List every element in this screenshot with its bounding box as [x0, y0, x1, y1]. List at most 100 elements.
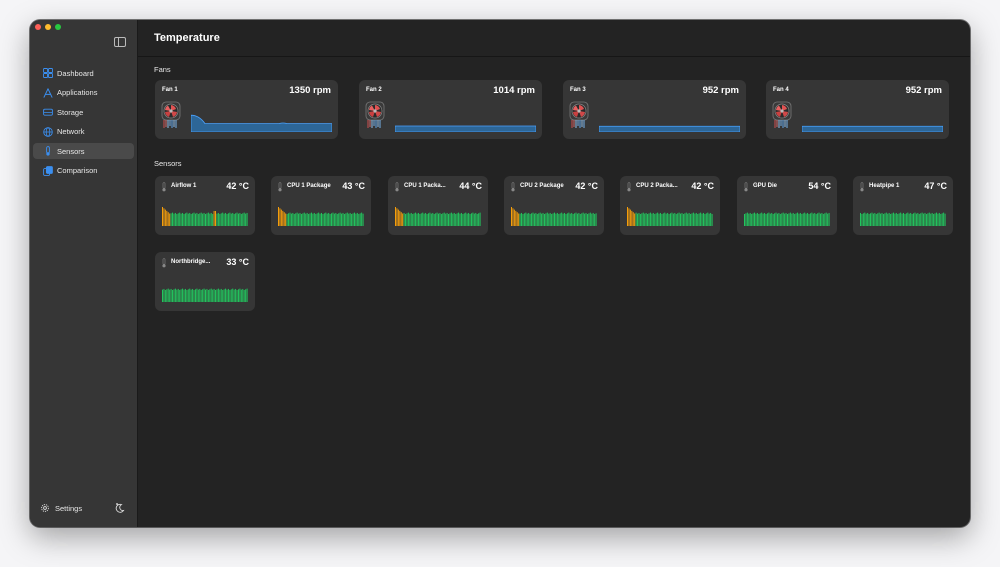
sensor-history-bar: [162, 289, 163, 302]
fan-name: Fan 2: [366, 87, 382, 93]
sensor-history-bar: [934, 213, 936, 226]
sensor-history-bar: [353, 212, 355, 226]
sensor-history-bar: [769, 213, 771, 226]
sensor-history-bar: [880, 213, 882, 226]
sensor-history-bar: [882, 214, 884, 226]
sensor-card[interactable]: CPU 1 Packa... 44 °C: [388, 176, 488, 235]
sensor-history-bar: [918, 214, 920, 226]
sensor-history-bar: [701, 213, 703, 226]
sensor-history-bar: [199, 288, 201, 302]
thermometer-icon: [395, 182, 399, 192]
sensor-history-bar: [180, 213, 182, 226]
sensor-history-bar: [566, 213, 568, 226]
page-title: Temperature: [154, 32, 220, 44]
sensor-history-bar: [878, 212, 880, 226]
sensor-card[interactable]: GPU Die 54 °C: [737, 176, 837, 235]
sensor-history-bar: [403, 212, 405, 226]
sensor-history-bar: [200, 290, 202, 302]
sensor-history-bar: [888, 212, 890, 226]
sidebar-toggle-icon[interactable]: [114, 37, 126, 47]
sensor-history-bar: [915, 213, 917, 226]
sensor-history-bar: [594, 214, 596, 226]
sensor-history-bar: [478, 213, 480, 226]
fans-section-label: Fans: [154, 65, 171, 74]
sensor-history-bar: [173, 289, 175, 302]
sensor-history-bar: [779, 214, 781, 226]
sensor-history-bar: [565, 214, 567, 226]
sidebar-item-applications[interactable]: Applications: [33, 85, 134, 101]
sensor-history-bar: [225, 288, 227, 302]
dashboard-icon: [43, 68, 53, 78]
theme-toggle-icon[interactable]: [114, 502, 126, 514]
thermometer-icon: [511, 182, 515, 192]
sensor-history-bar: [172, 212, 174, 226]
sensor-history-bar: [446, 212, 448, 226]
sensor-history-bar: [406, 213, 408, 226]
fan-rpm: 952 rpm: [702, 85, 739, 96]
sensor-history-bar: [433, 214, 435, 226]
sensor-history-bar: [402, 213, 404, 226]
sensor-history-bar: [710, 212, 712, 226]
sensor-card[interactable]: Airflow 1 42 °C: [155, 176, 255, 235]
sensor-history-graph: [860, 212, 946, 226]
sensor-history-bar: [940, 214, 942, 226]
sensor-card[interactable]: Northbridge... 33 °C: [155, 252, 255, 311]
sensor-card[interactable]: CPU 2 Packa... 42 °C: [620, 176, 720, 235]
minimize-window-button[interactable]: [45, 24, 51, 30]
sensor-history-bar: [176, 289, 178, 302]
sensor-history-bar: [468, 212, 470, 226]
sensor-history-bar: [162, 207, 163, 226]
sensor-history-bar: [438, 213, 439, 226]
close-window-button[interactable]: [35, 24, 41, 30]
sidebar-item-comparison[interactable]: Comparison: [33, 163, 134, 179]
sensor-history-bar: [516, 212, 518, 226]
sensor-history-bar: [705, 213, 707, 226]
fan-card[interactable]: Fan 4 952 rpm: [766, 80, 949, 139]
sensor-history-bar: [588, 213, 590, 226]
sensor-history-bar: [884, 213, 886, 226]
settings-button[interactable]: Settings: [40, 503, 125, 513]
sensor-history-bar: [768, 212, 770, 226]
sidebar-item-network[interactable]: Network: [33, 124, 134, 140]
sensor-history-bar: [822, 214, 824, 226]
sensor-history-bar: [328, 212, 330, 226]
sensor-history-bar: [687, 213, 689, 226]
sensor-card[interactable]: Heatpipe 1 47 °C: [853, 176, 953, 235]
sensor-history-bar: [213, 288, 215, 302]
sensor-history-bar: [167, 212, 169, 226]
sensor-history-bar: [426, 214, 428, 226]
sensor-history-bar: [242, 213, 244, 226]
fan-card[interactable]: Fan 1 1350 rpm: [155, 80, 338, 139]
sensor-card[interactable]: CPU 1 Package 43 °C: [271, 176, 371, 235]
sensor-history-bar: [910, 212, 912, 226]
sidebar-item-storage[interactable]: Storage: [33, 104, 134, 120]
fan-card[interactable]: Fan 2 1014 rpm: [359, 80, 542, 139]
sensor-history-bar: [310, 212, 312, 226]
sensor-history-bar: [237, 213, 239, 226]
sensor-history-graph: [162, 288, 248, 302]
sensor-history-bar: [908, 213, 910, 226]
sensor-history-bar: [698, 213, 700, 226]
sidebar-item-sensors[interactable]: Sensors: [33, 143, 134, 160]
sensor-history-bar: [407, 212, 409, 226]
sidebar-item-dashboard[interactable]: Dashboard: [33, 65, 134, 81]
sensor-history-bar: [283, 212, 285, 226]
sensor-history-bar: [196, 212, 198, 226]
sensor-history-bar: [528, 212, 530, 226]
sensor-history-bar: [430, 213, 432, 226]
sensor-history-bar: [901, 213, 903, 226]
sensor-history-bar: [318, 212, 320, 226]
sensor-history-bar: [230, 213, 232, 226]
sensor-history-bar: [242, 288, 244, 302]
main-content: Temperature Fans Fan 1 1350 rpm Fan 2 10…: [138, 20, 970, 527]
zoom-window-button[interactable]: [55, 24, 61, 30]
sensor-history-bar: [405, 214, 407, 226]
sensor-history-bar: [632, 212, 634, 226]
sensor-temperature: 33 °C: [226, 257, 249, 267]
sensor-card[interactable]: CPU 2 Package 42 °C: [504, 176, 604, 235]
sensor-history-bar: [232, 212, 234, 226]
sensor-history-bar: [197, 214, 199, 226]
fan-card[interactable]: Fan 3 952 rpm: [563, 80, 746, 139]
sidebar-item-label: Dashboard: [57, 68, 94, 78]
sensor-history-bar: [282, 210, 284, 226]
